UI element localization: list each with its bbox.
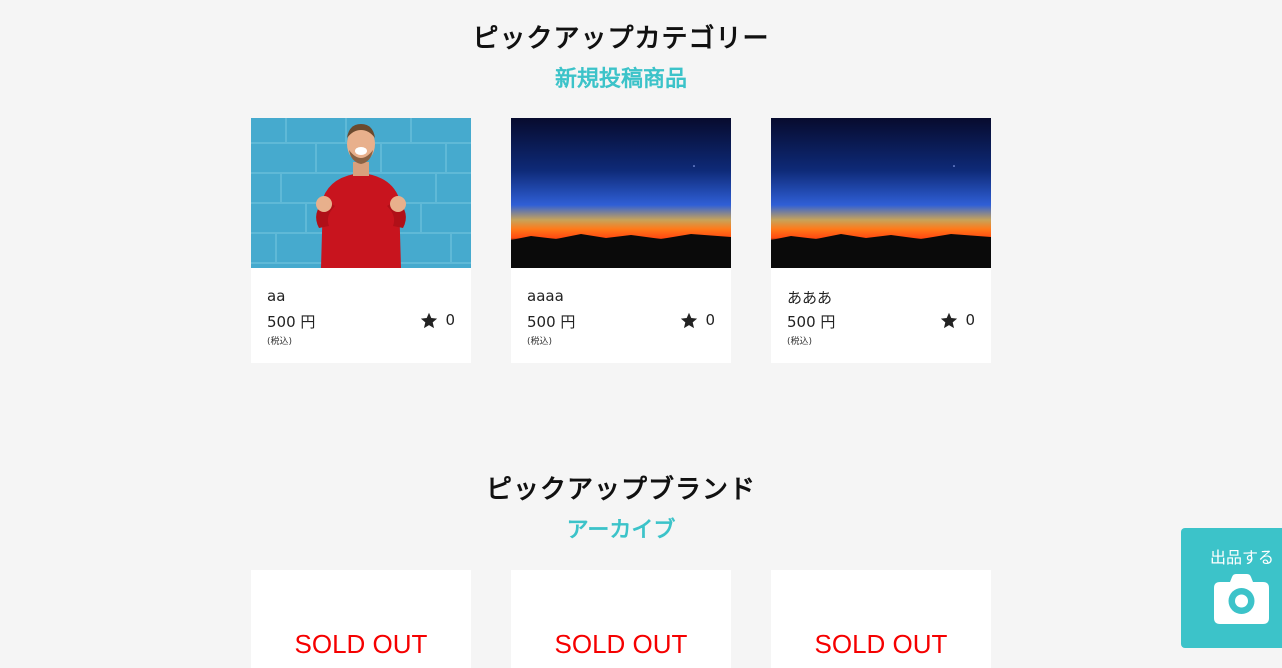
star-icon <box>941 312 958 328</box>
brand-section-subtitle: アーカイブ <box>566 518 676 543</box>
product-name: あああ <box>787 289 833 307</box>
like-count-value: 0 <box>445 311 455 329</box>
product-tax-note: (税込) <box>527 337 553 347</box>
brand-section-title: ピックアップブランド <box>485 475 756 505</box>
like-count[interactable]: 0 <box>940 311 975 329</box>
sold-out-label: SOLD OUT <box>814 629 948 659</box>
product-tax-note: (税込) <box>267 337 293 347</box>
sell-button-label: 出品する <box>1210 548 1275 567</box>
sold-item-card[interactable]: SOLD OUT <box>771 570 991 668</box>
like-count[interactable]: 0 <box>680 311 715 329</box>
like-count-value: 0 <box>705 311 715 329</box>
sold-item-card[interactable]: SOLD OUT <box>251 570 471 668</box>
product-image-sunset <box>771 118 991 268</box>
star-icon <box>681 312 698 328</box>
product-tax-note: (税込) <box>787 337 813 347</box>
product-name: aaaa <box>527 287 564 305</box>
product-price: 500 円 <box>267 313 316 331</box>
product-name: aa <box>267 287 286 305</box>
product-price: 500 円 <box>527 313 576 331</box>
like-count-value: 0 <box>965 311 975 329</box>
camera-icon <box>1214 574 1269 624</box>
sold-out-label: SOLD OUT <box>294 629 428 659</box>
sell-button[interactable]: 出品する <box>1181 528 1282 648</box>
product-price: 500 円 <box>787 313 836 331</box>
category-section-subtitle: 新規投稿商品 <box>554 67 687 92</box>
product-card[interactable]: aa 500 円 (税込) 0 <box>251 118 471 363</box>
sold-item-card[interactable]: SOLD OUT <box>511 570 731 668</box>
category-section-title: ピックアップカテゴリー <box>472 24 770 54</box>
product-card[interactable]: あああ 500 円 (税込) 0 <box>771 118 991 363</box>
star-icon <box>421 312 438 328</box>
product-image-man <box>251 118 471 268</box>
sold-out-label: SOLD OUT <box>554 629 688 659</box>
product-image-sunset <box>511 118 731 268</box>
product-card[interactable]: aaaa 500 円 (税込) 0 <box>511 118 731 363</box>
like-count[interactable]: 0 <box>420 311 455 329</box>
